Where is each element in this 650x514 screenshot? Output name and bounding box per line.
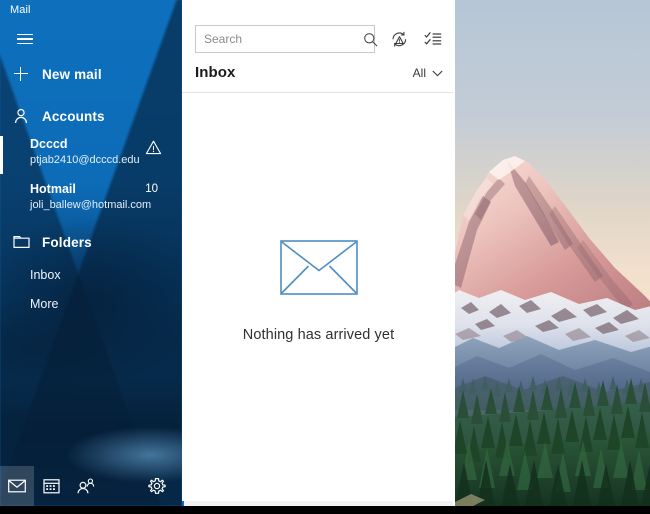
envelope-icon	[8, 479, 26, 493]
filter-label: All	[412, 66, 426, 80]
folder-label: More	[30, 297, 59, 311]
new-mail-label: New mail	[42, 66, 102, 82]
sidebar-account-hotmail[interactable]: Hotmail joli_ballew@hotmail.com 10	[0, 179, 182, 221]
header-divider	[182, 92, 455, 93]
people-app-button[interactable]	[68, 466, 102, 506]
sidebar-app-bar	[0, 466, 182, 506]
selection-mode-button[interactable]	[419, 25, 447, 53]
people-icon	[77, 478, 94, 494]
person-icon	[0, 108, 42, 124]
new-mail-button[interactable]: New mail	[0, 60, 182, 88]
account-selected-indicator	[0, 136, 3, 174]
account-email: joli_ballew@hotmail.com	[30, 199, 152, 211]
search-icon[interactable]	[363, 26, 378, 52]
calendar-app-button[interactable]	[34, 466, 68, 506]
filter-dropdown[interactable]: All	[413, 66, 443, 80]
page-title: Inbox	[195, 64, 236, 81]
mail-app-window: Mail New mail Accounts Dcccd ptjab2410@d…	[0, 0, 650, 514]
app-title: Mail	[10, 4, 31, 16]
chevron-down-icon	[432, 70, 443, 76]
accounts-section-header[interactable]: Accounts	[0, 102, 182, 130]
message-list-pane: Inbox All Nothing has arrived yet	[182, 0, 455, 506]
empty-state-message: Nothing has arrived yet	[242, 327, 395, 343]
account-unread-count: 10	[145, 183, 158, 195]
search-box[interactable]	[195, 25, 378, 53]
window-bottom-edge	[0, 506, 650, 514]
account-email: ptjab2410@dcccd.edu	[30, 154, 140, 166]
reading-pane-background-photo	[455, 0, 650, 506]
sidebar-account-dcccd[interactable]: Dcccd ptjab2410@dcccd.edu	[0, 134, 182, 176]
sync-button[interactable]	[385, 25, 413, 53]
navigation-sidebar: Mail New mail Accounts Dcccd ptjab2410@d…	[0, 0, 182, 506]
gear-icon	[148, 478, 166, 494]
search-input[interactable]	[196, 26, 363, 52]
empty-inbox-state: Nothing has arrived yet	[182, 240, 455, 343]
sync-error-icon	[391, 31, 406, 46]
checklist-icon	[424, 32, 442, 45]
plus-icon	[0, 67, 42, 81]
sidebar-folder-more[interactable]: More	[0, 291, 182, 317]
hamburger-menu-icon[interactable]	[6, 24, 44, 54]
inbox-header: Inbox All	[182, 60, 455, 92]
calendar-icon	[42, 479, 60, 494]
settings-button[interactable]	[140, 466, 174, 506]
sidebar-folder-inbox[interactable]: Inbox	[0, 262, 182, 288]
folders-label: Folders	[42, 234, 92, 250]
folder-icon	[0, 235, 42, 249]
accounts-label: Accounts	[42, 108, 105, 124]
envelope-outline-icon	[279, 240, 358, 295]
warning-triangle-icon[interactable]	[145, 139, 162, 156]
account-name: Dcccd	[30, 137, 68, 151]
mail-app-button[interactable]	[0, 466, 34, 506]
folders-section-header[interactable]: Folders	[0, 228, 182, 256]
account-name: Hotmail	[30, 182, 76, 196]
folder-label: Inbox	[30, 268, 61, 282]
